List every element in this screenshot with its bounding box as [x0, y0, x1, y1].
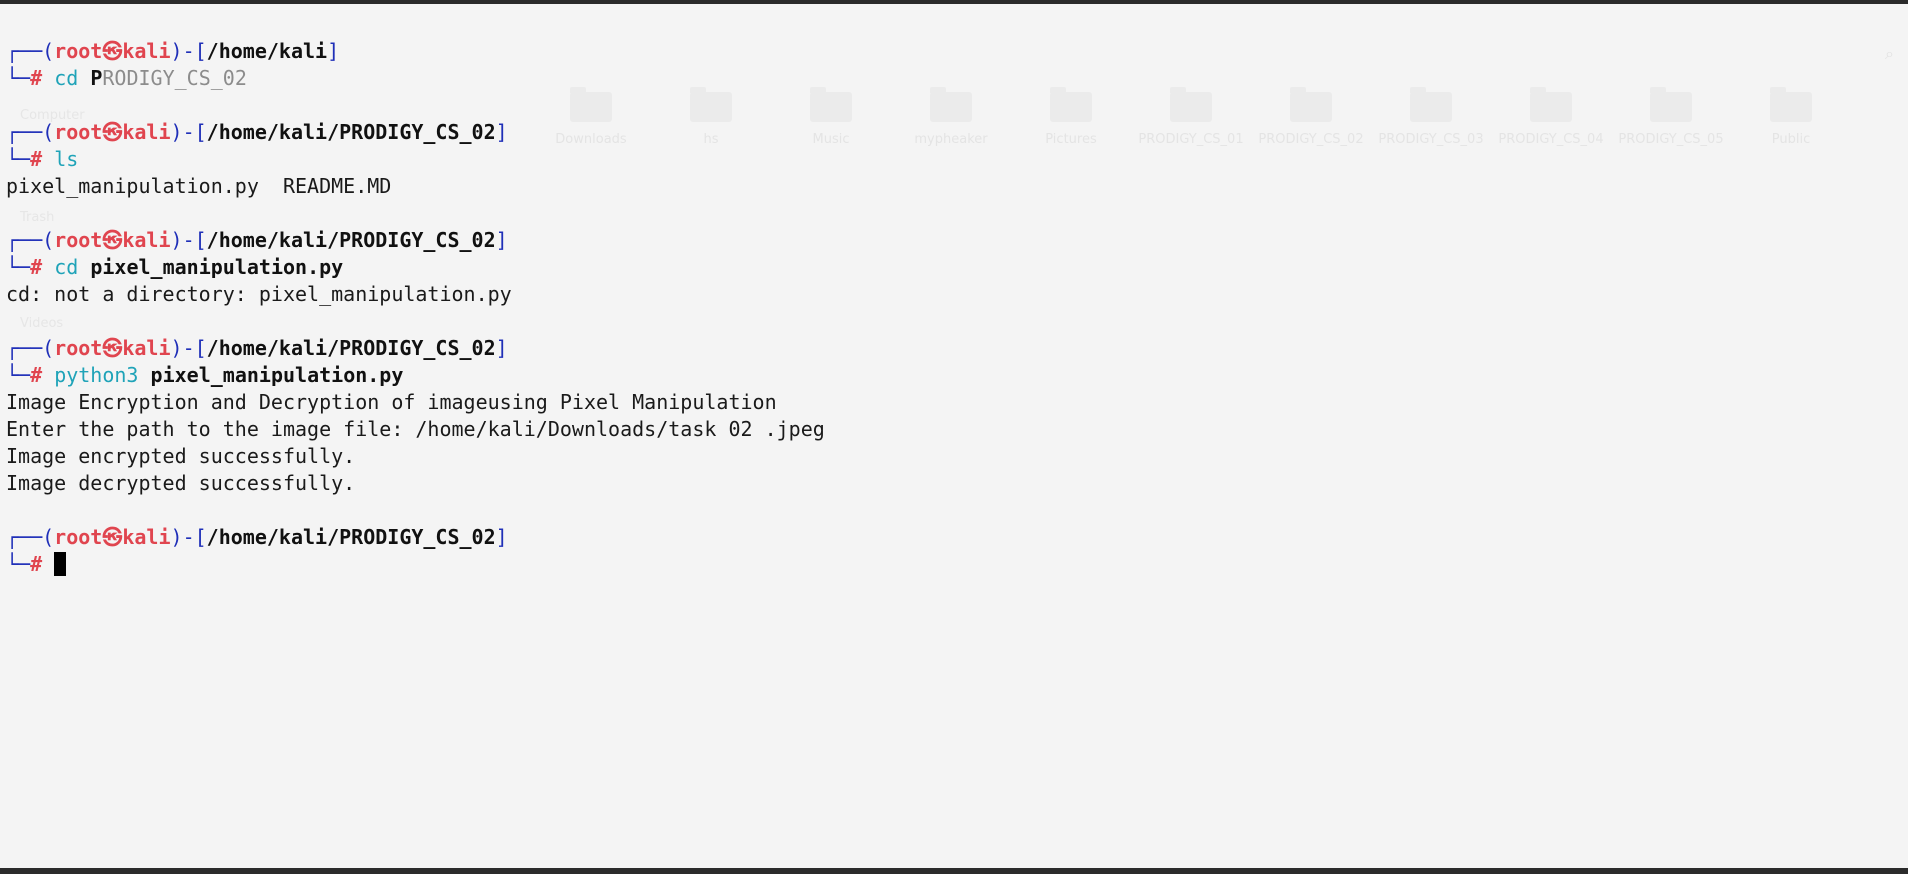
command-output: cd: not a directory: pixel_manipulation.… [6, 282, 512, 306]
command-output: pixel_manipulation.py README.MD [6, 174, 392, 198]
prompt-bracket: ] [495, 120, 508, 144]
command-name: ls [54, 147, 79, 171]
prompt-paren: ) [170, 525, 183, 549]
prompt-box-top: ┌── [6, 39, 43, 63]
prompt-bracket: [ [194, 525, 207, 549]
prompt-line: ┌──(root㉿kali)-[/home/kali/PRODIGY_CS_02… [6, 119, 1908, 146]
prompt-at-icon: ㉿ [102, 525, 123, 549]
prompt-box-bottom: └─ [6, 552, 31, 576]
terminal-window: Downloads hs Music mypheaker Pictures PR… [0, 0, 1908, 874]
prompt-host: kali [122, 228, 171, 252]
prompt-bracket: [ [194, 336, 207, 360]
prompt-at-icon: ㉿ [102, 39, 123, 63]
prompt-sep: - [182, 39, 195, 63]
prompt-user: root [54, 336, 103, 360]
prompt-at-icon: ㉿ [102, 336, 123, 360]
prompt-box-bottom: └─ [6, 66, 31, 90]
prompt-cwd: /home/kali/PRODIGY_CS_02 [206, 228, 496, 252]
command-line: └─# python3 pixel_manipulation.py [6, 362, 1908, 389]
command-arg: pixel_manipulation.py [150, 363, 404, 387]
prompt-host: kali [122, 336, 171, 360]
prompt-bracket: [ [194, 120, 207, 144]
command-name: cd [54, 66, 79, 90]
command-name: python3 [54, 363, 139, 387]
prompt-paren: ) [170, 228, 183, 252]
prompt-line: ┌──(root㉿kali)-[/home/kali/PRODIGY_CS_02… [6, 335, 1908, 362]
prompt-user: root [54, 120, 103, 144]
prompt-user: root [54, 228, 103, 252]
prompt-host: kali [122, 525, 171, 549]
prompt-user: root [54, 525, 103, 549]
prompt-bracket: ] [327, 39, 340, 63]
prompt-bracket: [ [194, 39, 207, 63]
prompt-sep: - [182, 525, 195, 549]
prompt-sep: - [182, 120, 195, 144]
command-autosuggestion: RODIGY_CS_02 [102, 66, 247, 90]
prompt-cwd: /home/kali/PRODIGY_CS_02 [206, 120, 496, 144]
prompt-box-bottom: └─ [6, 255, 31, 279]
prompt-line: ┌──(root㉿kali)-[/home/kali] [6, 38, 1908, 65]
prompt-box-bottom: └─ [6, 363, 31, 387]
prompt-box-top: ┌── [6, 336, 43, 360]
prompt-bracket: ] [495, 228, 508, 252]
prompt-paren: ( [42, 120, 55, 144]
prompt-hash: # [30, 66, 43, 90]
prompt-box-top: ┌── [6, 525, 43, 549]
command-line: └─# cd PRODIGY_CS_02 [6, 65, 1908, 92]
prompt-paren: ) [170, 336, 183, 360]
command-output: Image Encryption and Decryption of image… [6, 390, 777, 414]
prompt-hash: # [30, 363, 43, 387]
prompt-line: ┌──(root㉿kali)-[/home/kali/PRODIGY_CS_02… [6, 524, 1908, 551]
command-input-line[interactable]: └─# [6, 551, 1908, 578]
prompt-at-icon: ㉿ [102, 120, 123, 144]
text-cursor[interactable] [54, 552, 67, 576]
prompt-hash: # [30, 147, 43, 171]
prompt-line: ┌──(root㉿kali)-[/home/kali/PRODIGY_CS_02… [6, 227, 1908, 254]
prompt-box-top: ┌── [6, 228, 43, 252]
prompt-user: root [54, 39, 103, 63]
command-output: Enter the path to the image file: /home/… [6, 417, 825, 441]
prompt-bracket: ] [495, 525, 508, 549]
prompt-paren: ( [42, 525, 55, 549]
command-name: cd [54, 255, 79, 279]
prompt-paren: ( [42, 336, 55, 360]
prompt-at-icon: ㉿ [102, 228, 123, 252]
prompt-bracket: ] [495, 336, 508, 360]
command-line: └─# ls [6, 146, 1908, 173]
prompt-paren: ( [42, 228, 55, 252]
prompt-cwd: /home/kali/PRODIGY_CS_02 [206, 525, 496, 549]
prompt-paren: ( [42, 39, 55, 63]
prompt-cwd: /home/kali [206, 39, 328, 63]
command-line: └─# cd pixel_manipulation.py [6, 254, 1908, 281]
prompt-host: kali [122, 39, 171, 63]
prompt-paren: ) [170, 120, 183, 144]
prompt-box-top: ┌── [6, 120, 43, 144]
prompt-box-bottom: └─ [6, 147, 31, 171]
prompt-host: kali [122, 120, 171, 144]
command-output: Image decrypted successfully. [6, 471, 356, 495]
command-output: Image encrypted successfully. [6, 444, 356, 468]
prompt-hash: # [30, 552, 43, 576]
prompt-bracket: [ [194, 228, 207, 252]
command-arg: pixel_manipulation.py [90, 255, 344, 279]
command-arg: P [90, 66, 103, 90]
prompt-hash: # [30, 255, 43, 279]
prompt-cwd: /home/kali/PRODIGY_CS_02 [206, 336, 496, 360]
terminal-output[interactable]: ┌──(root㉿kali)-[/home/kali] └─# cd PRODI… [6, 38, 1908, 578]
prompt-paren: ) [170, 39, 183, 63]
prompt-sep: - [182, 336, 195, 360]
prompt-sep: - [182, 228, 195, 252]
